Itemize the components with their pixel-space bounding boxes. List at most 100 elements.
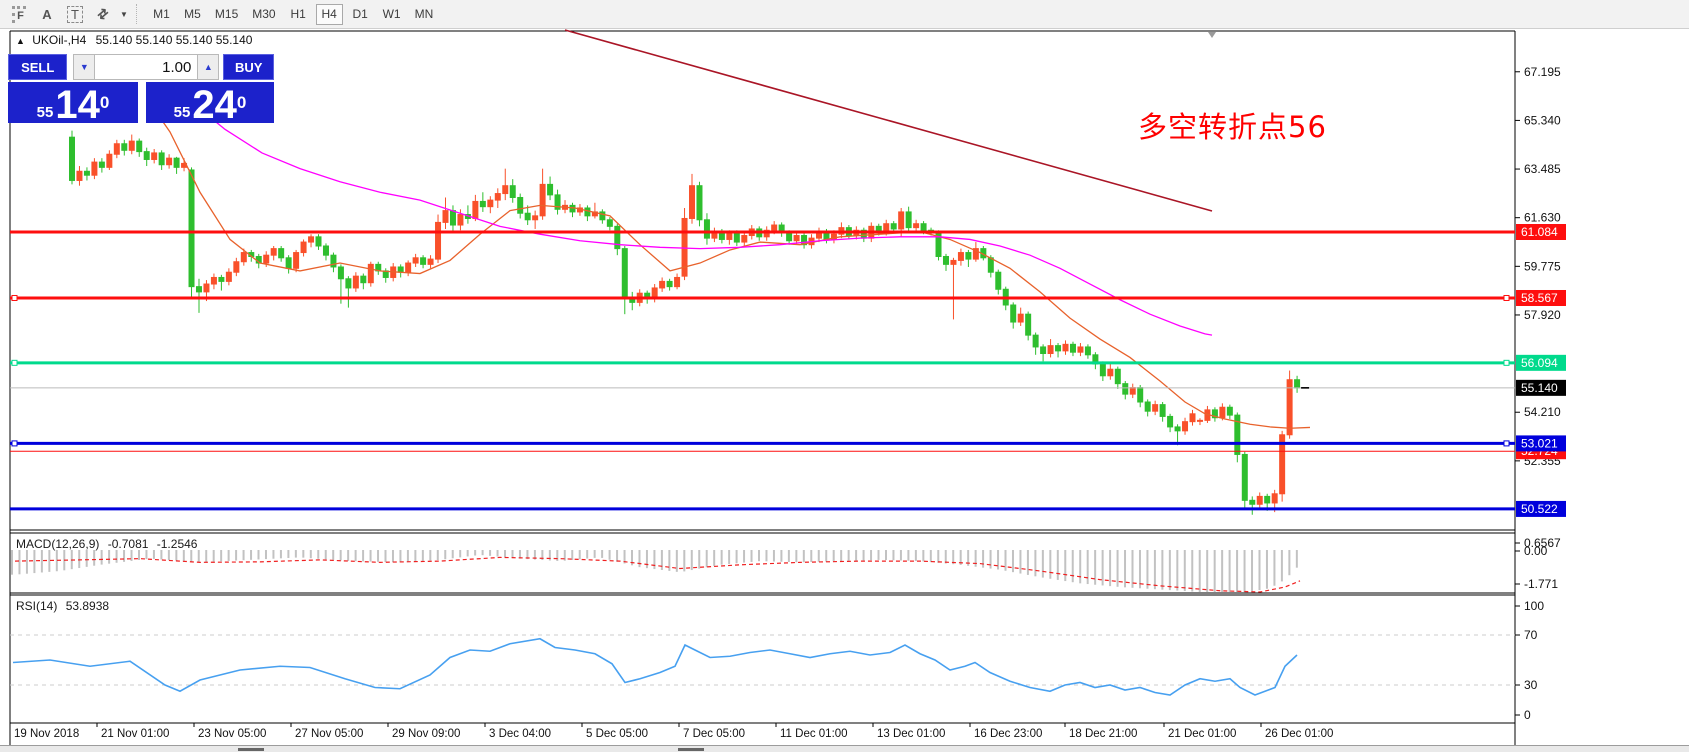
- sell-price-display[interactable]: 55 14 0: [8, 82, 138, 123]
- candle: [1018, 314, 1023, 322]
- candle: [510, 186, 515, 198]
- price-tag-label: 58.567: [1521, 291, 1558, 305]
- timeframe-button-H4[interactable]: H4: [316, 4, 343, 25]
- candle: [264, 255, 269, 263]
- candle: [107, 154, 112, 167]
- candle: [406, 263, 411, 272]
- candle: [697, 186, 702, 220]
- candle: [607, 220, 612, 227]
- price-tick-label: 57.920: [1524, 308, 1561, 322]
- timeframe-button-MN[interactable]: MN: [410, 4, 439, 25]
- line-handle[interactable]: [12, 295, 17, 300]
- price-tick-label: 63.485: [1524, 162, 1561, 176]
- price-tick-label: 59.775: [1524, 259, 1561, 273]
- date-label: 3 Dec 04:00: [489, 728, 551, 740]
- candle: [906, 212, 911, 228]
- candle: [99, 162, 104, 167]
- candle: [540, 184, 545, 215]
- candle: [951, 260, 956, 264]
- line-handle[interactable]: [1504, 295, 1509, 300]
- candle: [914, 224, 919, 228]
- line-handle[interactable]: [12, 360, 17, 365]
- toolbar-separator: [136, 4, 138, 24]
- candle: [533, 216, 538, 220]
- candle: [495, 194, 500, 201]
- date-label: 16 Dec 23:00: [974, 728, 1042, 740]
- line-handle[interactable]: [1504, 441, 1509, 446]
- buy-button[interactable]: BUY: [223, 54, 274, 80]
- candle: [77, 171, 82, 180]
- candle: [346, 279, 351, 288]
- date-label: 18 Dec 21:00: [1069, 728, 1137, 740]
- buy-price-sup: 0: [237, 84, 246, 122]
- timeframe-button-D1[interactable]: D1: [347, 4, 374, 25]
- candle: [129, 141, 134, 150]
- candlestick-series: [70, 131, 1300, 515]
- macd-panel: 0.65670.00-1.771: [12, 536, 1561, 592]
- chart-annotation-text[interactable]: 多空转折点56: [1138, 104, 1327, 146]
- line-handle[interactable]: [1504, 360, 1509, 365]
- sell-button[interactable]: SELL: [8, 54, 67, 80]
- candle: [742, 236, 747, 243]
- sell-price-big: 14: [55, 87, 100, 123]
- candle: [241, 253, 246, 262]
- candle: [1138, 388, 1143, 402]
- timeframe-button-M5[interactable]: M5: [179, 4, 206, 25]
- candle: [1175, 427, 1180, 431]
- rsi-axis-label: 100: [1524, 599, 1544, 613]
- lot-size-input[interactable]: [95, 54, 197, 80]
- line-handle[interactable]: [12, 441, 17, 446]
- symbol-name: UKOil-,H4: [32, 33, 86, 47]
- timeframe-button-M15[interactable]: M15: [210, 4, 243, 25]
- timeframe-button-M30[interactable]: M30: [247, 4, 280, 25]
- cursor-arrows-icon[interactable]: ⇄: [86, 0, 120, 31]
- candle: [443, 211, 448, 223]
- price-tag-label: 56.094: [1521, 356, 1558, 370]
- dropdown-caret-icon[interactable]: ▼: [120, 10, 128, 19]
- candle: [772, 225, 777, 230]
- timeframe-button-H1[interactable]: H1: [285, 4, 312, 25]
- descending-trendline[interactable]: [565, 30, 1212, 211]
- timeframe-button-M1[interactable]: M1: [148, 4, 175, 25]
- candle: [323, 246, 328, 255]
- candle: [787, 233, 792, 241]
- date-label: 26 Dec 01:00: [1265, 728, 1333, 740]
- candle: [488, 200, 493, 207]
- date-label: 7 Dec 05:00: [683, 728, 745, 740]
- candle: [943, 256, 948, 264]
- date-axis: 19 Nov 201821 Nov 01:0023 Nov 05:0027 No…: [10, 723, 1333, 740]
- candle: [996, 272, 1001, 289]
- candle: [1295, 380, 1300, 388]
- candle: [413, 258, 418, 263]
- candle: [271, 249, 276, 256]
- scroll-mark: [678, 748, 704, 751]
- buy-price-display[interactable]: 55 24 0: [146, 82, 274, 123]
- candle: [1070, 344, 1075, 352]
- sell-price-prefix: 55: [37, 103, 54, 123]
- timeframe-button-W1[interactable]: W1: [378, 4, 406, 25]
- text-tool-icon[interactable]: T: [62, 3, 88, 25]
- rsi-panel: 10070300: [10, 599, 1544, 722]
- price-tag-label: 61.084: [1521, 225, 1558, 239]
- candle: [1227, 407, 1232, 415]
- collapse-arrow-icon[interactable]: ▲: [16, 36, 25, 46]
- ma-fast-line: [150, 103, 1310, 428]
- price-tick-label: 65.340: [1524, 113, 1561, 127]
- candle: [1123, 384, 1128, 394]
- candle: [1257, 496, 1262, 504]
- lot-increase-button[interactable]: ▲: [197, 54, 219, 80]
- chart-title: ▲ UKOil-,H4 55.140 55.140 55.140 55.140: [16, 33, 252, 47]
- font-label-icon[interactable]: A: [34, 3, 60, 25]
- grid-f-icon[interactable]: F: [6, 3, 32, 25]
- chart-shift-marker-icon[interactable]: [1208, 32, 1216, 38]
- lot-decrease-button[interactable]: ▼: [73, 54, 95, 80]
- chart-scroll-strip[interactable]: [0, 745, 1689, 752]
- candle: [152, 153, 157, 160]
- candle: [1026, 314, 1031, 335]
- date-label: 21 Dec 01:00: [1168, 728, 1236, 740]
- candle: [1048, 346, 1053, 354]
- candle: [690, 186, 695, 219]
- date-label: 5 Dec 05:00: [586, 728, 648, 740]
- candle: [279, 249, 284, 258]
- rsi-axis-label: 30: [1524, 678, 1538, 692]
